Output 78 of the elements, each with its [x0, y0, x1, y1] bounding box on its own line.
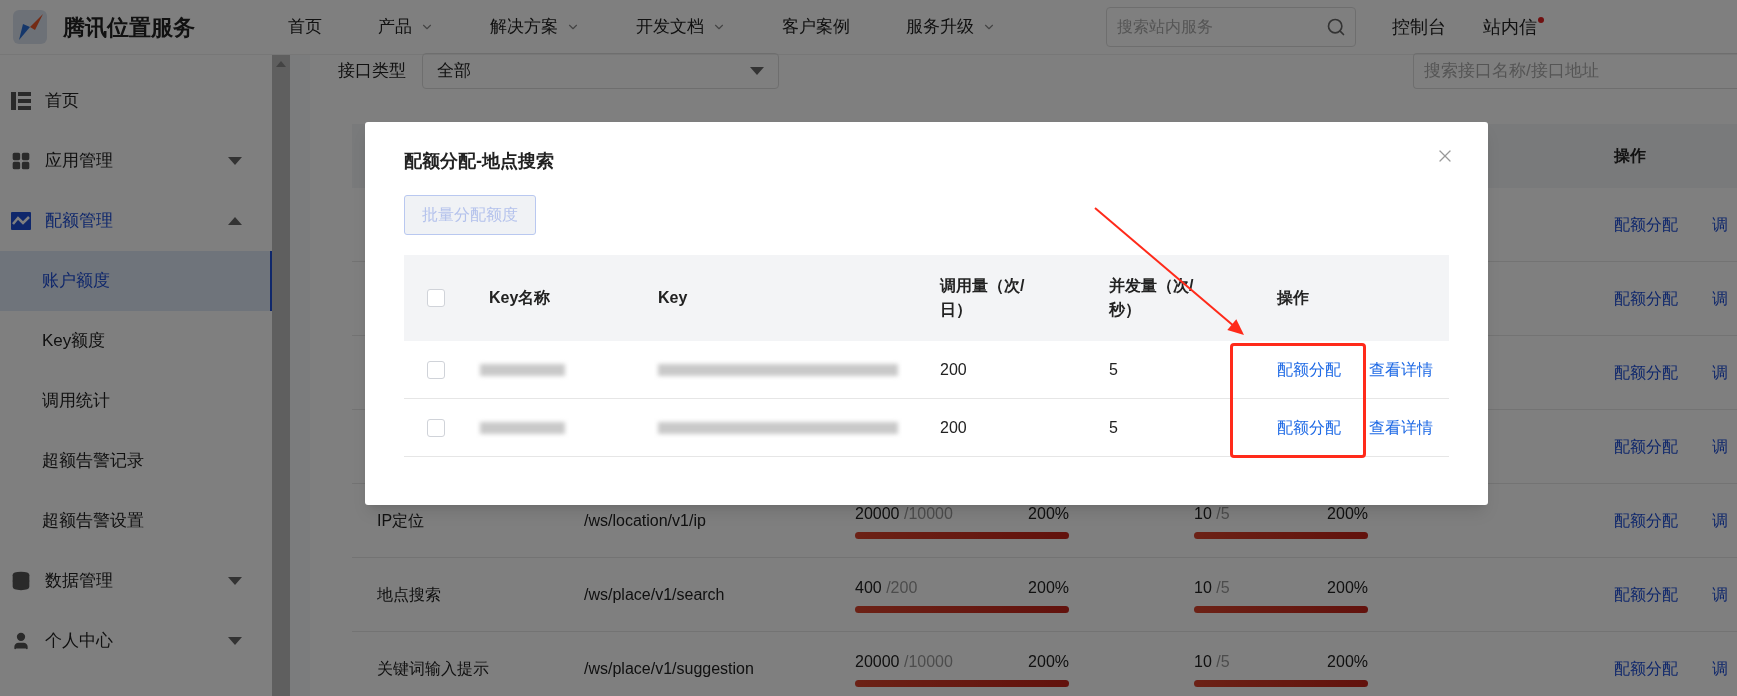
api-name: IP定位	[377, 511, 425, 529]
chart-icon	[11, 212, 31, 230]
action-link[interactable]: 配额分配	[1614, 360, 1678, 385]
action-link[interactable]: 调	[1712, 212, 1728, 237]
column-header: Key	[658, 289, 688, 306]
sidebar-item[interactable]: 数据管理	[0, 551, 272, 611]
sidebar-subitem[interactable]: 账户额度	[0, 251, 272, 311]
concurrency-value: 5	[1109, 360, 1118, 378]
collapse-caret-icon	[228, 217, 242, 225]
action-link[interactable]: 配额分配	[1277, 357, 1341, 382]
api-name: 地点搜索	[377, 585, 441, 603]
filter-label: 接口类型	[338, 60, 406, 83]
column-header: 调用量（次/日）	[940, 277, 1025, 318]
percent-text: 200%	[1327, 578, 1368, 598]
percent-text: 200%	[1028, 578, 1069, 598]
calls-value: 200	[940, 360, 967, 378]
action-link[interactable]: 配额分配	[1614, 286, 1678, 311]
percent-text: 200%	[1028, 652, 1069, 672]
type-select[interactable]: 全部	[422, 53, 779, 89]
nav-link[interactable]: 产品	[378, 14, 434, 40]
sidebar-item[interactable]: 应用管理	[0, 131, 272, 191]
api-name: 关键词输入提示	[377, 659, 489, 677]
dropdown-caret-icon	[750, 67, 764, 75]
action-link[interactable]: 配额分配	[1614, 508, 1678, 533]
expand-caret-icon	[228, 637, 242, 645]
api-path: /ws/place/v1/suggestion	[584, 659, 754, 677]
column-header: 操作	[1614, 146, 1646, 166]
nav-link[interactable]: 服务升级	[906, 14, 996, 40]
percent-text: 200%	[1327, 652, 1368, 672]
header-link[interactable]: 控制台	[1392, 13, 1453, 41]
sidebar-subitem[interactable]: 超额告警记录	[0, 431, 272, 491]
percent-text: 200%	[1028, 504, 1069, 524]
column-header: Key名称	[489, 289, 551, 306]
action-link[interactable]: 调	[1712, 360, 1728, 385]
header-link[interactable]: 站内信	[1483, 13, 1544, 41]
modal-title: 配额分配-地点搜索	[404, 150, 554, 173]
concurrency-value: 5	[1109, 418, 1118, 436]
expand-caret-icon	[228, 577, 242, 585]
grid-icon	[11, 151, 31, 171]
column-header: 操作	[1277, 289, 1309, 306]
action-link[interactable]: 查看详情	[1369, 415, 1433, 440]
action-link[interactable]: 调	[1712, 434, 1728, 459]
action-link[interactable]: 配额分配	[1614, 434, 1678, 459]
scroll-up-arrow-icon[interactable]	[276, 61, 286, 67]
sidebar-item[interactable]: 首页	[0, 71, 272, 131]
list-icon	[11, 92, 31, 110]
expand-caret-icon	[228, 157, 242, 165]
checkbox[interactable]	[427, 360, 445, 379]
action-link[interactable]: 查看详情	[1369, 357, 1433, 382]
calls-value: 200	[940, 418, 967, 436]
logo-icon	[13, 10, 47, 44]
action-link[interactable]: 调	[1712, 286, 1728, 311]
checkbox[interactable]	[427, 289, 445, 307]
database-icon	[11, 571, 31, 591]
action-link[interactable]: 调	[1712, 508, 1728, 533]
nav-link[interactable]: 客户案例	[782, 14, 850, 40]
action-link[interactable]: 配额分配	[1614, 582, 1678, 607]
sidebar-subitem[interactable]: 调用统计	[0, 371, 272, 431]
api-path: /ws/location/v1/ip	[584, 511, 706, 529]
sidebar-subitem[interactable]: Key额度	[0, 311, 272, 371]
api-path: /ws/place/v1/search	[584, 585, 725, 603]
logo-text: 腾讯位置服务	[63, 13, 195, 42]
nav-link[interactable]: 解决方案	[490, 14, 580, 40]
action-link[interactable]: 调	[1712, 656, 1728, 681]
sidebar-item[interactable]: 配额管理	[0, 191, 272, 251]
percent-text: 200%	[1327, 504, 1368, 524]
column-header: 并发量（次/秒）	[1109, 277, 1194, 318]
sidebar-subitem[interactable]: 超额告警设置	[0, 491, 272, 551]
nav-link[interactable]: 开发文档	[636, 14, 726, 40]
search-icon	[1326, 17, 1346, 37]
action-link[interactable]: 配额分配	[1614, 212, 1678, 237]
checkbox[interactable]	[427, 418, 445, 437]
sidebar-item[interactable]: 个人中心	[0, 611, 272, 671]
nav-link[interactable]: 首页	[288, 14, 322, 40]
action-link[interactable]: 调	[1712, 582, 1728, 607]
action-link[interactable]: 配额分配	[1277, 415, 1341, 440]
user-icon	[11, 631, 31, 651]
action-link[interactable]: 配额分配	[1614, 656, 1678, 681]
